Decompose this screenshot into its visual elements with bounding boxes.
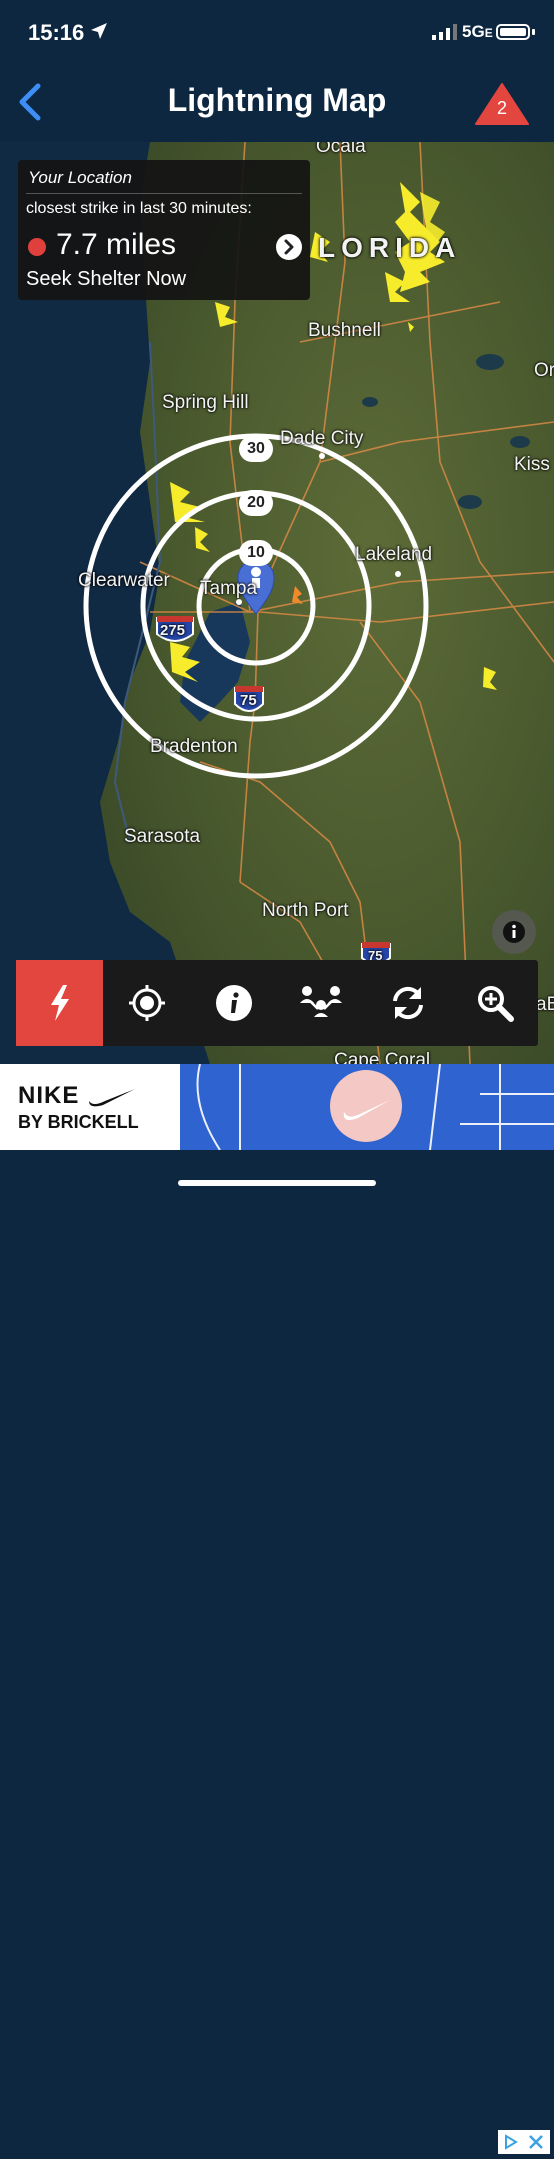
map-label-bradenton: Bradenton: [150, 736, 238, 757]
ad-brand-text: NIKE: [18, 1082, 137, 1110]
status-time: 15:16: [28, 20, 85, 45]
nav-bar: Lightning Map 2: [0, 60, 554, 142]
hwy-75-label: 75: [240, 692, 257, 709]
home-area: [0, 1150, 554, 1200]
map-label-dade-city: Dade City: [280, 428, 364, 449]
map-label-florida: LORIDA: [318, 232, 462, 263]
ring-label-30: 30: [239, 436, 273, 462]
lightning-icon: [50, 985, 69, 1021]
strike-distance: 7.7 miles: [56, 228, 177, 261]
zoom-button[interactable]: [451, 960, 538, 1046]
ring-label-20: 20: [239, 490, 273, 516]
battery-icon: [496, 24, 530, 40]
map-label-ba: aB: [536, 994, 554, 1015]
map-toolbar: [16, 960, 538, 1046]
hwy-275-label: 275: [160, 622, 186, 639]
strike-status-dot: [28, 238, 46, 256]
location-arrow-icon: [91, 23, 107, 39]
map-label-clearwater: Clearwater: [78, 570, 170, 591]
ad-logo-circle: [330, 1070, 402, 1142]
locate-button[interactable]: [103, 960, 190, 1046]
map-label-spring-hill: Spring Hill: [162, 392, 249, 413]
info-button[interactable]: [190, 960, 277, 1046]
lightning-toggle-button[interactable]: [16, 960, 103, 1046]
locate-icon: [128, 985, 165, 1021]
refresh-icon: [392, 986, 423, 1020]
adchoices-badge[interactable]: [498, 2130, 550, 2154]
map-label-kiss: Kiss: [514, 454, 550, 475]
map-label-or: Or: [534, 360, 554, 381]
chevron-right-icon[interactable]: [276, 234, 302, 260]
ad-banner[interactable]: NIKE BY BRICKELL: [0, 1064, 554, 2154]
panel-divider: [26, 193, 302, 194]
status-bar: 15:16 5GE: [0, 0, 554, 60]
map-label-ocala: Ocala: [316, 142, 366, 157]
map-label-lakeland: Lakeland: [355, 544, 433, 565]
info-circle-icon: [503, 921, 525, 943]
page-title: Lightning Map: [167, 82, 387, 118]
signal-icon: [432, 24, 457, 40]
map-label-cape-coral: Cape Coral: [334, 1050, 431, 1064]
refresh-button[interactable]: [364, 960, 451, 1046]
swoosh-icon: [89, 1088, 136, 1106]
panel-heading: Your Location: [28, 168, 132, 187]
shelter-advice: Seek Shelter Now: [26, 268, 187, 290]
map-label-north-port: North Port: [262, 900, 349, 921]
share-button[interactable]: [277, 960, 364, 1046]
adchoices-icon: [505, 2134, 543, 2150]
alert-count-badge: 2: [496, 98, 507, 118]
closest-strike-panel[interactable]: Your Location closest strike in last 30 …: [18, 160, 310, 300]
info-icon: [215, 985, 252, 1021]
map-info-button[interactable]: [492, 910, 536, 954]
map-label-bushnell: Bushnell: [308, 320, 381, 341]
map-label-sarasota: Sarasota: [124, 826, 201, 847]
swoosh-logo-icon: [343, 1100, 390, 1120]
panel-subheading: closest strike in last 30 minutes:: [26, 200, 252, 217]
zoom-in-icon: [477, 986, 514, 1022]
battery-cap: [532, 29, 535, 35]
map-label-tampa: Tampa: [200, 578, 258, 599]
share-icon: [299, 986, 342, 1017]
ring-label-10: 10: [239, 540, 273, 566]
home-indicator[interactable]: [178, 1180, 376, 1186]
ad-sub-text: BY BRICKELL: [18, 1112, 139, 1132]
network-label: 5GE: [462, 22, 493, 41]
